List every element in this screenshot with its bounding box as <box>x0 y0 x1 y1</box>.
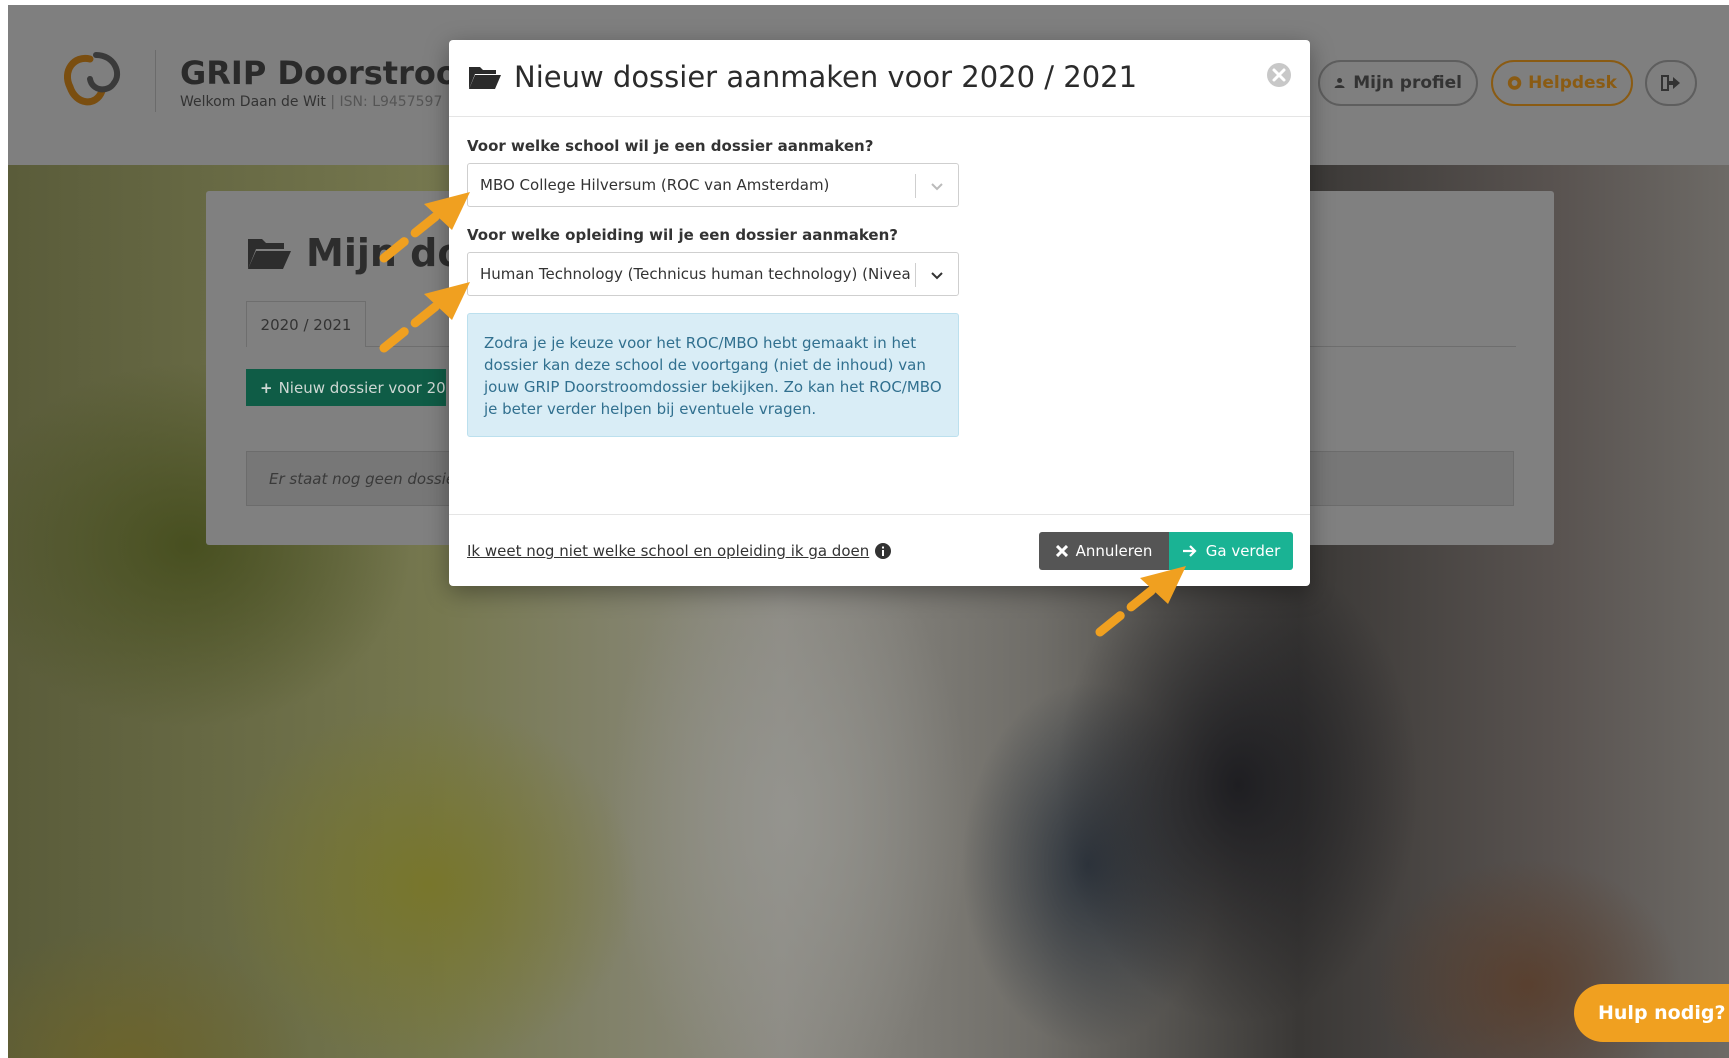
unknown-school-link-text: Ik weet nog niet welke school en opleidi… <box>467 542 870 560</box>
modal-header: Nieuw dossier aanmaken voor 2020 / 2021 <box>449 40 1310 117</box>
grip-logo <box>64 52 121 106</box>
welcome-text: Welkom Daan de Wit <box>180 94 326 110</box>
next-button[interactable]: Ga verder <box>1169 532 1293 570</box>
user-icon <box>1334 78 1345 88</box>
folder-open-icon <box>248 239 291 269</box>
card-title: Mijn do <box>246 231 463 275</box>
chevron-down-icon <box>931 183 943 191</box>
next-label: Ga verder <box>1205 542 1281 560</box>
chevron-down-icon <box>931 272 943 280</box>
new-dossier-modal: Nieuw dossier aanmaken voor 2020 / 2021 … <box>449 40 1310 586</box>
school-select[interactable]: MBO College Hilversum (ROC van Amsterdam… <box>467 163 959 207</box>
folder-open-icon <box>469 67 501 89</box>
modal-title-text: Nieuw dossier aanmaken voor 2020 / 2021 <box>514 60 1138 94</box>
helpdesk-button[interactable]: Helpdesk <box>1491 60 1633 106</box>
logout-button[interactable] <box>1645 60 1697 106</box>
school-select-value: MBO College Hilversum (ROC van Amsterdam… <box>480 176 830 194</box>
select-separator <box>915 263 916 287</box>
logout-icon <box>1661 75 1680 91</box>
select-separator <box>915 174 916 198</box>
close-icon[interactable] <box>1266 62 1292 88</box>
welcome-line: Welkom Daan de Wit | ISN: L9457597 <box>180 94 442 110</box>
info-alert: Zodra je je keuze voor het ROC/MBO hebt … <box>467 313 959 437</box>
program-select-value: Human Technology (Technicus human techno… <box>480 265 910 283</box>
info-icon <box>875 543 892 559</box>
profile-button[interactable]: Mijn profiel <box>1318 60 1478 106</box>
program-select[interactable]: Human Technology (Technicus human techno… <box>467 252 959 296</box>
new-dossier-label: Nieuw dossier voor 20 <box>278 378 446 397</box>
isn-text: | ISN: L9457597 <box>330 94 443 110</box>
new-dossier-button[interactable]: + Nieuw dossier voor 20 <box>246 369 446 406</box>
modal-footer: Ik weet nog niet welke school en opleidi… <box>449 514 1310 586</box>
program-label: Voor welke opleiding wil je een dossier … <box>467 226 898 244</box>
helpdesk-label: Helpdesk <box>1528 73 1617 93</box>
cancel-label: Annuleren <box>1075 542 1153 560</box>
plus-icon: + <box>260 378 273 397</box>
school-label: Voor welke school wil je een dossier aan… <box>467 137 874 155</box>
tab-2020-2021[interactable]: 2020 / 2021 <box>246 301 366 347</box>
cancel-button[interactable]: Annuleren <box>1039 532 1169 570</box>
unknown-school-link[interactable]: Ik weet nog niet welke school en opleidi… <box>467 542 892 560</box>
arrow-right-icon <box>1182 545 1197 557</box>
card-title-text: Mijn do <box>306 231 464 275</box>
help-bubble-button[interactable]: Hulp nodig? <box>1574 984 1729 1042</box>
times-icon <box>1055 545 1068 557</box>
logo-separator <box>155 50 156 112</box>
lifebuoy-icon <box>1507 76 1522 90</box>
profile-label: Mijn profiel <box>1353 73 1462 93</box>
modal-title: Nieuw dossier aanmaken voor 2020 / 2021 <box>468 60 1137 94</box>
brand-title: GRIP Doorstroom <box>180 54 492 92</box>
